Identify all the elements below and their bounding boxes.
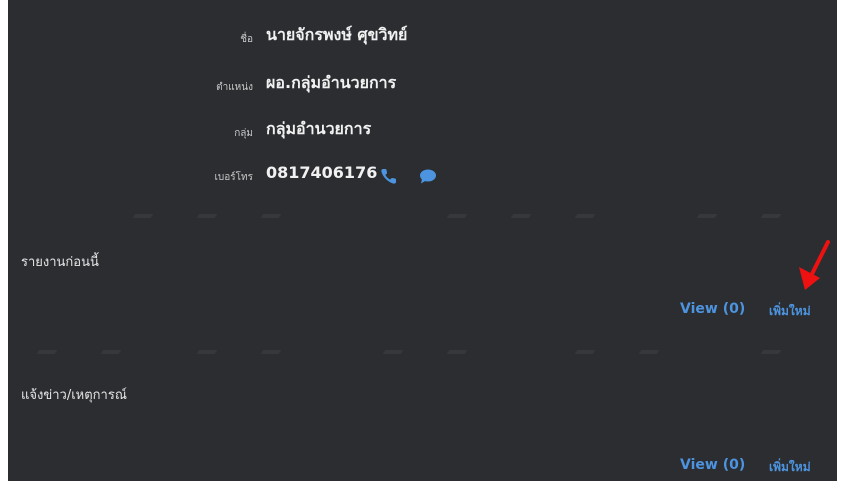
position-row: ตำแหน่ง ผอ.กลุ่มอำนวยการ (8, 72, 837, 102)
annotation-arrow-icon (799, 240, 830, 290)
group-label: กลุ่ม (234, 128, 253, 139)
section-title: แจ้งข่าว/เหตุการณ์ (21, 388, 127, 403)
name-row: ชื่อ นายจักรพงษ์ ศุขวิทย์ (8, 24, 837, 54)
contact-panel: ชื่อ นายจักรพงษ์ ศุขวิทย์ ตำแหน่ง ผอ.กลุ… (8, 0, 837, 481)
name-value: นายจักรพงษ์ ศุขวิทย์ (266, 25, 408, 44)
section-divider (8, 212, 837, 222)
view-button[interactable]: View (0) (680, 301, 745, 317)
group-value: กลุ่มอำนวยการ (266, 119, 372, 138)
phone-icon[interactable] (379, 166, 399, 186)
position-value: ผอ.กลุ่มอำนวยการ (266, 73, 397, 92)
view-button[interactable]: View (0) (680, 457, 745, 473)
section-divider (8, 348, 837, 358)
name-label: ชื่อ (240, 34, 253, 45)
group-row: กลุ่ม กลุ่มอำนวยการ (8, 118, 837, 148)
section-title: รายงานก่อนนี้ (21, 255, 99, 270)
phone-label: เบอร์โทร (214, 172, 253, 183)
phone-value[interactable]: 0817406176 (266, 162, 377, 184)
add-new-button[interactable]: เพิ่มใหม่ (769, 458, 811, 477)
position-label: ตำแหน่ง (216, 82, 253, 93)
phone-row: เบอร์โทร 0817406176 (8, 162, 837, 192)
add-new-button[interactable]: เพิ่มใหม่ (769, 302, 811, 321)
chat-bubble-icon[interactable] (418, 166, 438, 186)
